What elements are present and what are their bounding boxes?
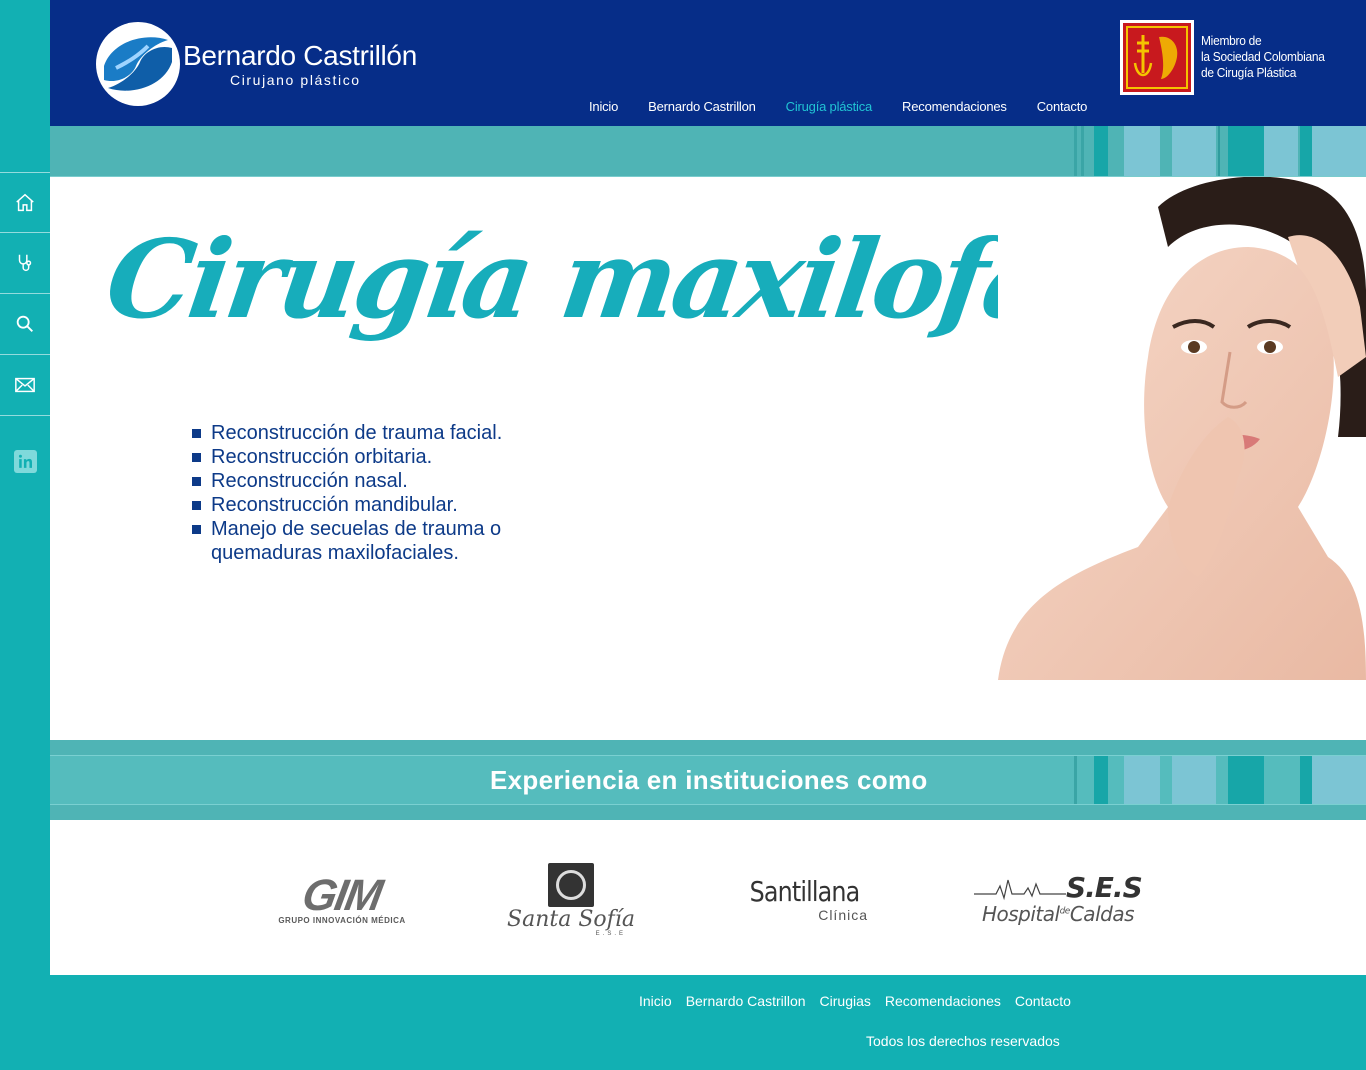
nav-inicio[interactable]: Inicio — [589, 99, 618, 114]
footer-link-recomendaciones[interactable]: Recomendaciones — [885, 993, 1001, 1009]
procedures-list: Reconstrucción de trauma facial. Reconst… — [190, 421, 535, 565]
nav-contacto[interactable]: Contacto — [1037, 99, 1088, 114]
footer-link-cirugias[interactable]: Cirugias — [820, 993, 871, 1009]
brand-name: Bernardo Castrillón — [183, 40, 417, 71]
list-item: Reconstrucción mandibular. — [190, 493, 535, 517]
santa-sofia-emblem — [548, 863, 594, 907]
stethoscope-icon — [18, 254, 32, 271]
home-icon — [16, 193, 34, 211]
copyright-text: Todos los derechos reservados — [866, 1033, 1060, 1049]
main-content: Cirugía maxilofacial Reconstrucción de t… — [50, 177, 1366, 740]
mail-icon — [15, 377, 35, 393]
list-item: Reconstrucción de trauma facial. — [190, 421, 535, 445]
logo-santa-sofia[interactable]: Santa Sofía E.S.E — [506, 850, 636, 950]
top-decorative-stripe — [50, 126, 1366, 177]
brand-logo[interactable] — [96, 22, 180, 106]
experience-title: Experiencia en instituciones como — [490, 765, 928, 795]
logo-clinica-santillana[interactable]: Santillana Clínica — [734, 850, 876, 950]
list-item: Reconstrucción nasal. — [190, 469, 535, 493]
sidebar-surgery-button[interactable] — [0, 233, 50, 294]
sidebar-mail-button[interactable] — [0, 355, 50, 416]
footer-link-inicio[interactable]: Inicio — [639, 993, 672, 1009]
society-membership-text: Miembro de la Sociedad Colombiana de Cir… — [1201, 33, 1325, 80]
footer-link-bernardo-castrillon[interactable]: Bernardo Castrillon — [686, 993, 806, 1009]
nav-cirugia-plastica[interactable]: Cirugía plástica — [786, 99, 873, 114]
logo-grupo-innovacion-medica[interactable]: GIM GRUPO INNOVACIÓN MÉDICA — [274, 850, 410, 950]
list-item: Manejo de secuelas de trauma o quemadura… — [190, 517, 535, 565]
society-seal-emblem — [1126, 26, 1188, 89]
site-header: Bernardo Castrillón Cirujano plástico In… — [50, 0, 1366, 126]
nav-bernardo-castrillon[interactable]: Bernardo Castrillon — [648, 99, 756, 114]
logo-ses-hospital-de-caldas[interactable]: S.E.S HospitaldeCaldas — [974, 850, 1143, 950]
footer-nav: Inicio Bernardo Castrillon Cirugias Reco… — [639, 993, 1085, 1009]
institution-logos: GIM GRUPO INNOVACIÓN MÉDICA Santa Sofía … — [50, 820, 1366, 975]
heartbeat-line-icon — [974, 879, 1066, 901]
nav-recomendaciones[interactable]: Recomendaciones — [902, 99, 1007, 114]
sidebar-home-button[interactable] — [0, 172, 50, 233]
site-footer: Inicio Bernardo Castrillon Cirugias Reco… — [50, 975, 1366, 1070]
logo-swirl-icon — [104, 37, 172, 91]
sidebar-linkedin-button[interactable] — [14, 450, 37, 473]
face-photo — [998, 177, 1366, 680]
experience-band: Experiencia en instituciones como — [50, 740, 1366, 820]
search-icon — [16, 315, 33, 332]
linkedin-icon — [18, 454, 32, 468]
sidebar — [0, 0, 50, 1070]
footer-link-contacto[interactable]: Contacto — [1015, 993, 1071, 1009]
society-seal — [1120, 20, 1194, 95]
woman-face-illustration — [998, 177, 1366, 680]
main-nav: Inicio Bernardo Castrillon Cirugía plást… — [589, 99, 1117, 114]
sidebar-search-button[interactable] — [0, 294, 50, 355]
list-item: Reconstrucción orbitaria. — [190, 445, 535, 469]
brand-tagline: Cirujano plástico — [230, 72, 361, 88]
